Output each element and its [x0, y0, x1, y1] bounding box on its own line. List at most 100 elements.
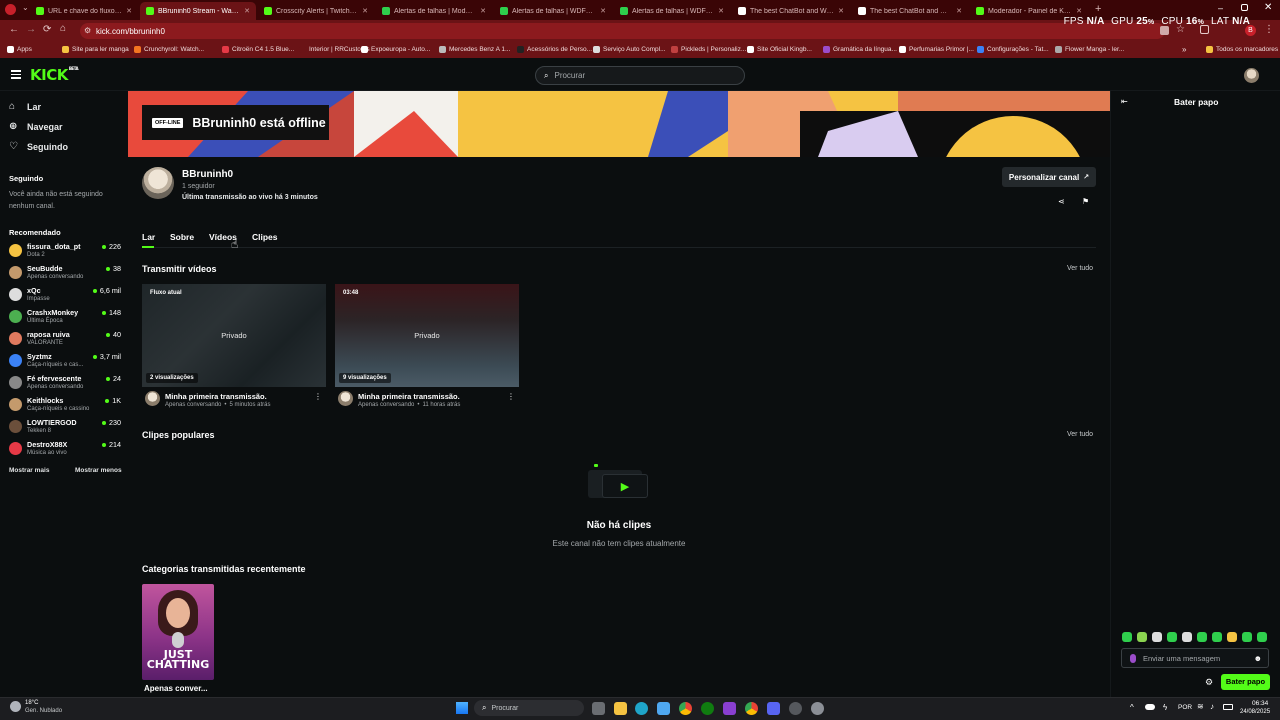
bookmark-item[interactable]: Perfumarias Primor |... [899, 46, 974, 53]
store-icon[interactable] [657, 702, 670, 715]
tab-close-icon[interactable]: ✕ [244, 7, 250, 15]
browser-tab[interactable]: Alertas de falhas | WDFLAT.com ✕ [494, 2, 612, 20]
user-avatar[interactable] [1244, 68, 1259, 83]
battery-icon[interactable] [1223, 704, 1233, 710]
category-card-just-chatting[interactable]: JUST CHATTING [142, 584, 214, 680]
language-indicator[interactable]: POR [1178, 704, 1192, 711]
recommended-channel[interactable]: DestroX88X Música ao vivo 214 [9, 440, 121, 460]
bookmark-item[interactable]: Flower Manga - ler... [1055, 46, 1124, 53]
video-title[interactable]: Minha primeira transmissão. [165, 392, 267, 401]
share-icon[interactable]: ⋖ [1058, 197, 1065, 206]
browser-tab[interactable]: Alertas de falhas | Modelos d...✕ [376, 2, 492, 20]
clock-date[interactable]: 24/08/2025 [1240, 709, 1270, 715]
back-button[interactable]: ← [9, 24, 19, 35]
browser-menu-icon[interactable] [5, 4, 16, 15]
maximize-button[interactable] [1241, 4, 1248, 11]
tray-chevron-icon[interactable]: ^ [1130, 703, 1134, 712]
emote-icon[interactable] [1257, 632, 1267, 642]
bookmark-item[interactable]: Mercedes Benz A 1... [439, 46, 510, 53]
emote-icon[interactable] [1242, 632, 1252, 642]
show-more-button[interactable]: Mostrar mais [9, 467, 49, 474]
browser-tab[interactable]: Alertas de falhas | WDFLAT.com ✕ [614, 2, 730, 20]
bookmark-item[interactable]: Crunchyroll: Watch... [134, 46, 204, 53]
taskbar-search[interactable]: ⌕ Procurar [474, 700, 584, 716]
tab-close-icon[interactable]: ✕ [956, 7, 962, 15]
onedrive-icon[interactable] [1145, 704, 1155, 710]
video-category[interactable]: Apenas conversando [165, 402, 221, 408]
bookmark-item[interactable]: Configurações - Tat... [977, 46, 1049, 53]
chat-message-input[interactable]: Enviar uma mensagem ☻ [1121, 648, 1269, 668]
recommended-channel[interactable]: Keithlocks Caça-níqueis e cassino 1K [9, 396, 121, 416]
emoji-icon[interactable]: ☻ [1254, 654, 1262, 663]
channel-tab-0[interactable]: Lar [142, 232, 155, 242]
emote-icon[interactable] [1197, 632, 1207, 642]
forward-button[interactable]: → [26, 24, 36, 35]
recommended-channel[interactable]: Syztmz Caça-níqueis e cas... 3,7 mil [9, 352, 121, 372]
channel-avatar[interactable] [142, 167, 174, 199]
address-bar[interactable]: ⚙ kick.com/bbruninh0 [80, 23, 1165, 39]
send-chat-button[interactable]: Bater papo [1221, 674, 1270, 690]
video-thumbnail[interactable]: Privado Fluxo atual 2 visualizações [142, 284, 326, 387]
recommended-channel[interactable]: xQc Impasse 6,6 mil [9, 286, 121, 306]
channel-tab-3[interactable]: Clipes [252, 232, 278, 242]
recommended-channel[interactable]: SeuBudde Apenas conversando 38 [9, 264, 121, 284]
customize-channel-button[interactable]: Personalizar canal ↗ [1002, 167, 1096, 187]
bookmark-item[interactable]: Serviço Auto Compl... [593, 46, 666, 53]
task-view-icon[interactable] [592, 702, 605, 715]
bookmark-item[interactable]: Pickleds | Personaliz... [671, 46, 746, 53]
sidebar-nav-seguindo[interactable]: ♡ Seguindo [9, 141, 68, 152]
emote-icon[interactable] [1152, 632, 1162, 642]
clock-time[interactable]: 06:34 [1252, 700, 1268, 707]
emote-icon[interactable] [1182, 632, 1192, 642]
sidebar-nav-navegar[interactable]: ⊕ Navegar [9, 121, 63, 132]
tab-close-icon[interactable]: ✕ [718, 7, 724, 15]
tab-close-icon[interactable]: ✕ [480, 7, 486, 15]
tab-close-icon[interactable]: ✕ [362, 7, 368, 15]
video-channel-avatar[interactable] [145, 391, 160, 406]
home-button[interactable]: ⌂ [60, 23, 66, 34]
settings-app-icon[interactable] [811, 702, 824, 715]
edge-icon[interactable] [635, 702, 648, 715]
bookmarks-overflow-icon[interactable]: » [1182, 45, 1186, 54]
tab-close-icon[interactable]: ✕ [1076, 7, 1082, 15]
video-options-kebab-icon[interactable]: ⋮ [314, 392, 322, 401]
video-category[interactable]: Apenas conversando [358, 402, 414, 408]
volume-icon[interactable]: ♪ [1210, 702, 1214, 711]
tab-list-chevron-icon[interactable]: ⌄ [22, 3, 29, 12]
category-card-label[interactable]: Apenas conver... [144, 684, 208, 693]
kick-logo[interactable]: KICKBETA [30, 66, 79, 84]
site-search-input[interactable]: ⌕ Procurar [535, 66, 745, 85]
reload-button[interactable]: ⟳ [43, 24, 51, 35]
browser-tab[interactable]: Moderador - Painel de Kick ✕ [970, 2, 1088, 20]
recommended-channel[interactable]: CrashxMonkey Última Época 148 [9, 308, 121, 328]
emote-icon[interactable] [1227, 632, 1237, 642]
emote-icon[interactable] [1167, 632, 1177, 642]
app-icon-gray[interactable] [789, 702, 802, 715]
see-all-videos-link[interactable]: Ver tudo [1067, 265, 1093, 272]
bookmark-item[interactable]: Site para ler manga [62, 46, 129, 53]
recommended-channel[interactable]: Fé efervescente Apenas conversando 24 [9, 374, 121, 394]
chrome-active-icon[interactable] [745, 702, 758, 715]
bookmark-item[interactable]: Todos os marcadores [1206, 46, 1278, 53]
video-title[interactable]: Minha primeira transmissão. [358, 392, 460, 401]
minimize-button[interactable]: – [1218, 3, 1223, 13]
collapse-chat-icon[interactable]: ⇤ [1121, 97, 1128, 106]
sidebar-nav-lar[interactable]: ⌂ Lar [9, 101, 41, 112]
bookmark-item[interactable]: Gramática da língua... [823, 46, 897, 53]
channel-tab-1[interactable]: Sobre [170, 232, 194, 242]
browser-tab[interactable]: URL e chave do fluxo - Painel d... ✕ [30, 2, 138, 20]
browser-tab[interactable]: The best ChatBot and Widgets...✕ [852, 2, 968, 20]
video-thumbnail[interactable]: Privado 03:48 9 visualizações [335, 284, 519, 387]
browser-tab[interactable]: The best ChatBot and Widgets...✕ [732, 2, 850, 20]
wifi-icon[interactable]: ≋ [1197, 702, 1204, 711]
video-channel-avatar[interactable] [338, 391, 353, 406]
tab-close-icon[interactable]: ✕ [600, 7, 606, 15]
new-tab-button[interactable]: + [1095, 3, 1101, 15]
emote-icon[interactable] [1122, 632, 1132, 642]
translate-icon[interactable] [1160, 26, 1169, 35]
report-user-icon[interactable]: ⚑ [1082, 197, 1089, 206]
bookmark-item[interactable]: Citroën C4 1.5 Blue... [222, 46, 294, 53]
site-info-icon[interactable]: ⚙ [84, 26, 91, 35]
video-options-kebab-icon[interactable]: ⋮ [507, 392, 515, 401]
hamburger-menu-icon[interactable] [11, 70, 21, 79]
